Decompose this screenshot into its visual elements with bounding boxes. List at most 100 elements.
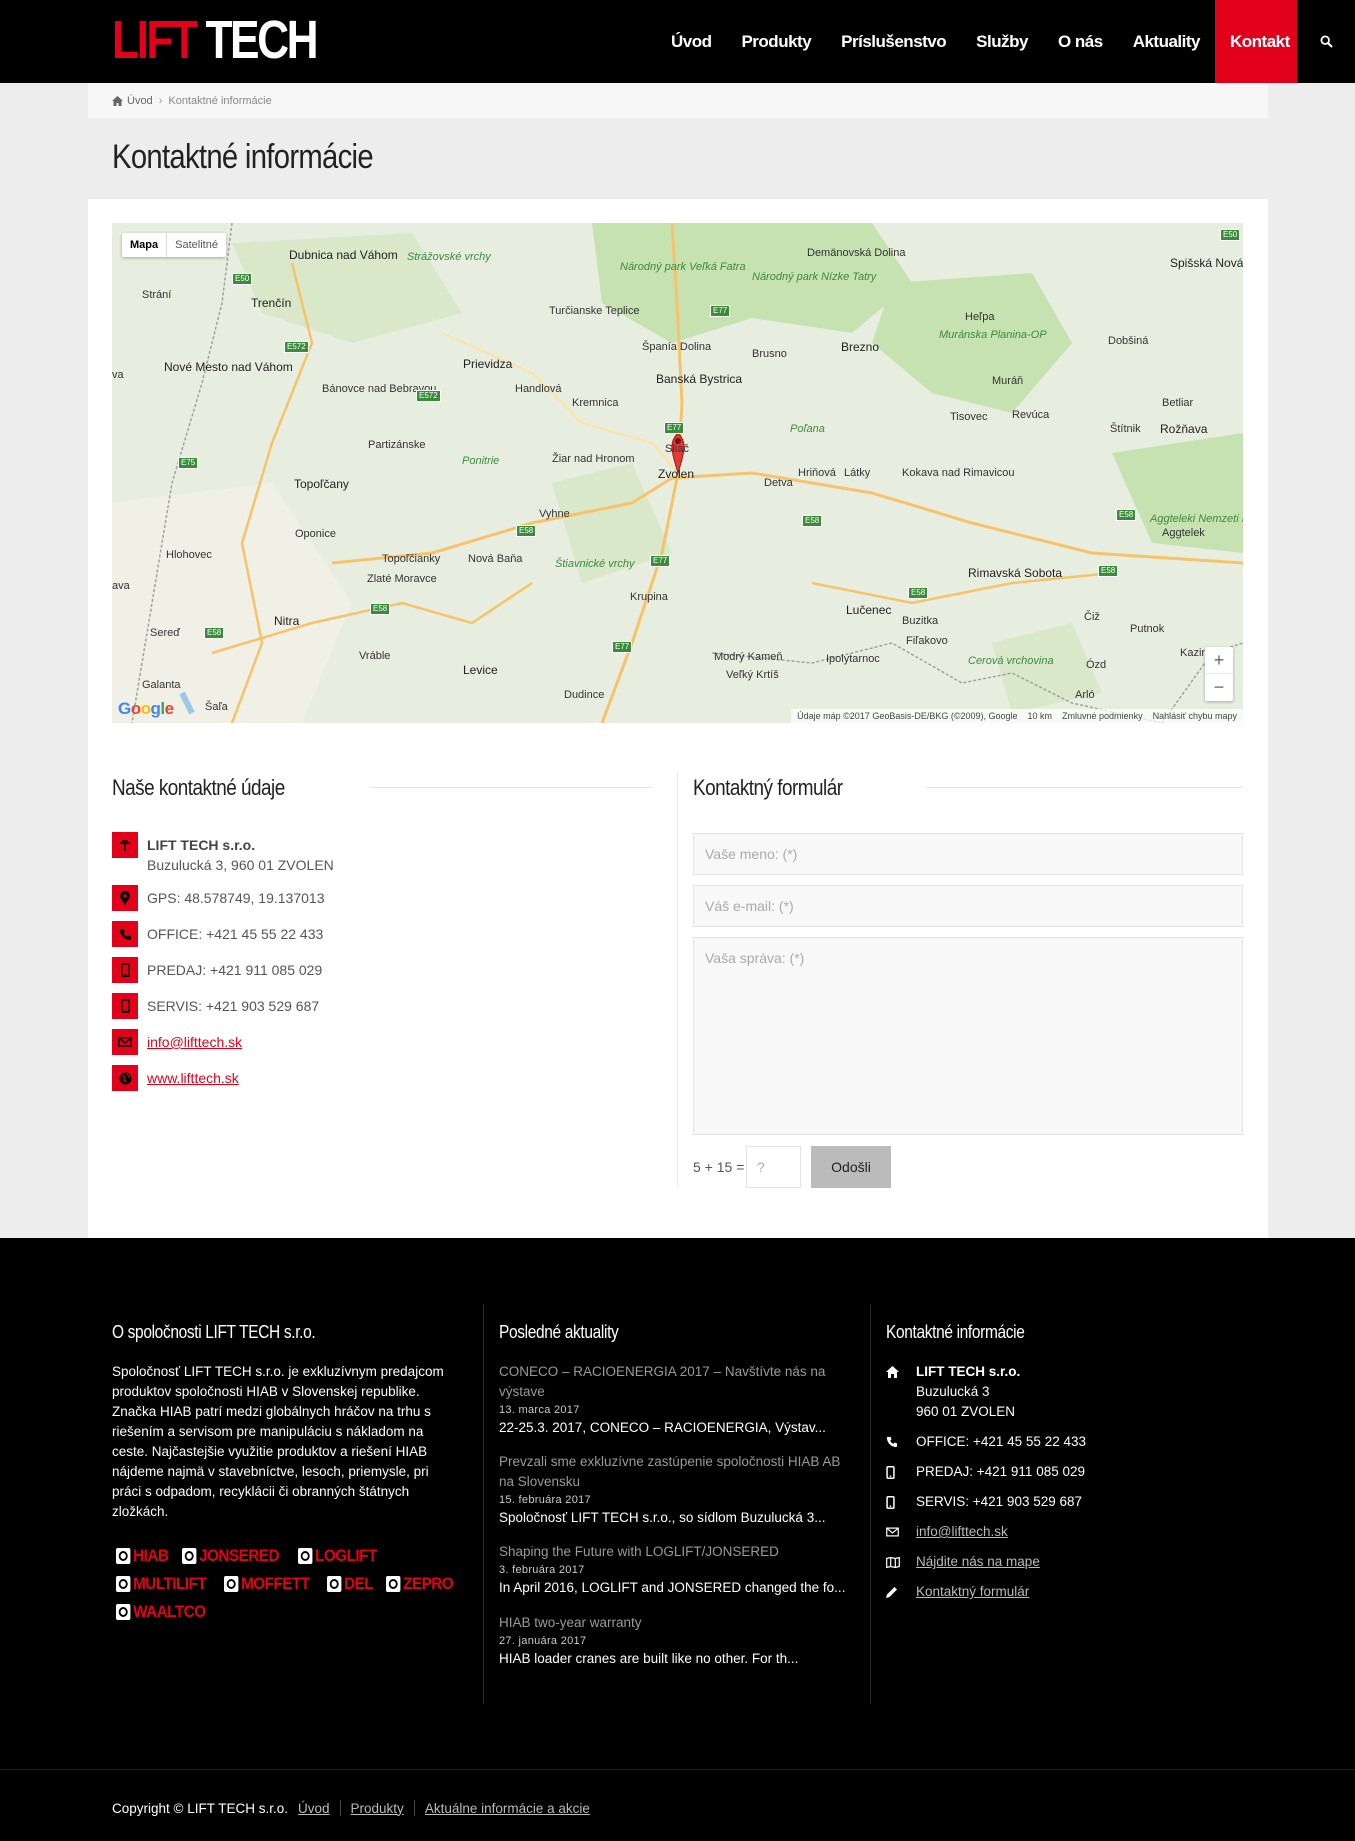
map-label: Nové Mesto nad Váhom — [164, 360, 293, 374]
map-label: Veľký Krtíš — [726, 669, 779, 681]
main-nav: Úvod Produkty Príslušenstvo Služby O nás… — [656, 0, 1355, 83]
footer-map-link[interactable]: Nájdite nás na mape — [916, 1554, 1040, 1569]
search-button[interactable] — [1297, 0, 1355, 83]
map-label: Čiž — [1084, 611, 1100, 623]
map-label: Štítnik — [1110, 423, 1141, 435]
footer-map-row: Nájdite nás na mape — [886, 1552, 1186, 1572]
map-label: Partizánske — [368, 439, 426, 451]
brand-del[interactable]: DEL — [327, 1574, 374, 1594]
map-icon — [886, 1552, 902, 1572]
brand-jonsered[interactable]: JONSERED — [182, 1546, 280, 1566]
news-title-link[interactable]: HIAB two-year warranty — [499, 1613, 849, 1633]
message-textarea[interactable]: Vaša správa: (*) — [693, 937, 1243, 1135]
map-report-link[interactable]: Nahlásiť chybu mapy — [1153, 711, 1237, 721]
brand-loglift[interactable]: LOGLIFT — [297, 1546, 377, 1566]
nav-item-o-nas[interactable]: O nás — [1043, 0, 1118, 83]
footer-office: OFFICE: +421 45 55 22 433 — [916, 1434, 1086, 1449]
breadcrumb-separator: › — [158, 94, 163, 107]
nav-item-uvod[interactable]: Úvod — [656, 0, 727, 83]
map-label: Žiar nad Hronom — [552, 453, 635, 465]
brand-zepro[interactable]: ZEPRO — [386, 1574, 454, 1594]
footer-link-produkty[interactable]: Produkty — [351, 1801, 404, 1816]
road-shield: E75 — [178, 457, 199, 469]
footer-office-row: OFFICE: +421 45 55 22 433 — [886, 1432, 1186, 1452]
contact-gps: GPS: 48.578749, 19.137013 — [147, 890, 325, 906]
main-content: Mapa Satelitné Dubnica nad Váhom Strážov… — [88, 199, 1268, 1238]
google-map[interactable]: Mapa Satelitné Dubnica nad Váhom Strážov… — [112, 223, 1243, 723]
brand-hiab[interactable]: HIAB — [116, 1546, 169, 1566]
news-title-link[interactable]: Shaping the Future with LOGLIFT/JONSERED — [499, 1542, 849, 1562]
news-excerpt: 22-25.3. 2017, CONECO – RACIOENERGIA, Vý… — [499, 1420, 826, 1435]
news-item: HIAB two-year warranty 27. januára 2017 … — [499, 1613, 849, 1669]
zoom-out-button[interactable]: − — [1205, 674, 1233, 701]
mobile-icon — [886, 1462, 902, 1482]
map-label: Aggtelek — [1162, 527, 1205, 539]
google-logo: Google — [118, 699, 174, 718]
footer-about-heading: O spoločnosti LIFT TECH s.r.o. — [112, 1322, 316, 1342]
nav-item-sluzby[interactable]: Služby — [961, 0, 1043, 83]
road-shield: E58 — [1098, 565, 1119, 577]
brand-moffett[interactable]: MOFFETT — [224, 1574, 310, 1594]
phone-icon — [886, 1432, 902, 1452]
location-icon — [112, 885, 138, 911]
nav-item-aktuality[interactable]: Aktuality — [1118, 0, 1215, 83]
nav-item-kontakt[interactable]: Kontakt — [1215, 0, 1297, 83]
road-shield: E572 — [416, 390, 441, 402]
road-shield: E572 — [284, 341, 309, 353]
footer-form-row: Kontaktný formulár — [886, 1582, 1186, 1602]
brand-logo-icon — [116, 1604, 131, 1620]
brand-multilift[interactable]: MULTILIFT — [116, 1574, 207, 1594]
nav-item-prislusenstvo[interactable]: Príslušenstvo — [826, 0, 961, 83]
footer-about-text: Spoločnosť LIFT TECH s.r.o. je exkluzívn… — [112, 1364, 444, 1519]
map-label: Trenčín — [251, 296, 292, 310]
email-input[interactable]: Váš e-mail: (*) — [693, 885, 1243, 927]
zoom-in-button[interactable]: + — [1205, 647, 1233, 674]
brand-waaltco[interactable]: WAALTCO — [116, 1602, 206, 1622]
map-label: Šaľa — [205, 701, 228, 713]
contact-web-row: www.lifttech.sk — [112, 1065, 239, 1091]
footer-link-uvod[interactable]: Úvod — [298, 1801, 330, 1816]
map-label: Poľana — [790, 423, 825, 435]
map-type-map-button[interactable]: Mapa — [122, 233, 168, 257]
contact-email-link[interactable]: info@lifttech.sk — [147, 1034, 242, 1050]
map-type-satellite-button[interactable]: Satelitné — [167, 233, 226, 257]
map-label: Vyhne — [539, 508, 570, 520]
footer-email-row: info@lifttech.sk — [886, 1522, 1186, 1542]
map-label: Aggteleki Nemzeti Park — [1150, 513, 1243, 525]
contact-sales: PREDAJ: +421 911 085 029 — [147, 962, 323, 978]
news-item: CONECO – RACIOENERGIA 2017 – Navštívte n… — [499, 1362, 849, 1438]
contact-gps-row: GPS: 48.578749, 19.137013 — [112, 885, 324, 911]
brand-logo-icon — [182, 1548, 197, 1564]
footer-link-aktuality[interactable]: Aktuálne informácie a akcie — [425, 1801, 590, 1816]
heading-divider — [926, 787, 1243, 788]
breadcrumb-home[interactable]: Úvod — [112, 95, 153, 107]
nav-item-produkty[interactable]: Produkty — [726, 0, 826, 83]
map-label: Rimavská Sobota — [968, 566, 1063, 580]
news-date: 13. marca 2017 — [499, 1404, 580, 1416]
contact-web-link[interactable]: www.lifttech.sk — [147, 1070, 239, 1086]
map-label: Prievidza — [463, 357, 513, 371]
road-shield: E77 — [664, 422, 685, 434]
news-date: 3. februára 2017 — [499, 1564, 585, 1576]
page-title: Kontaktné informácie — [112, 138, 374, 176]
map-label: Tisovec — [950, 411, 988, 423]
map-label: Betliar — [1162, 397, 1194, 409]
site-logo[interactable]: LIFT TECH — [112, 13, 319, 67]
map-scale[interactable]: 10 km — [1028, 711, 1053, 721]
footer-news-heading: Posledné aktuality — [499, 1322, 619, 1342]
footer-sales: PREDAJ: +421 911 085 029 — [916, 1464, 1085, 1479]
map-label: Štiavnické vrchy — [555, 558, 635, 570]
footer-service-row: SERVIS: +421 903 529 687 — [886, 1492, 1186, 1512]
captcha-input[interactable]: ? — [746, 1146, 801, 1188]
map-terms-link[interactable]: Zmluvné podmienky — [1062, 711, 1143, 721]
map-label: Látky — [844, 467, 871, 479]
mobile-icon — [112, 957, 138, 983]
submit-button[interactable]: Odošli — [811, 1146, 891, 1188]
news-date: 27. januára 2017 — [499, 1635, 587, 1647]
footer-email-link[interactable]: info@lifttech.sk — [916, 1524, 1008, 1539]
footer-form-link[interactable]: Kontaktný formulár — [916, 1584, 1029, 1599]
site-header: LIFT TECH Úvod Produkty Príslušenstvo Sl… — [0, 0, 1355, 83]
name-input[interactable]: Vaše meno: (*) — [693, 833, 1243, 875]
news-title-link[interactable]: CONECO – RACIOENERGIA 2017 – Navštívte n… — [499, 1362, 849, 1402]
news-title-link[interactable]: Prevzali sme exkluzívne zastúpenie spolo… — [499, 1452, 849, 1492]
